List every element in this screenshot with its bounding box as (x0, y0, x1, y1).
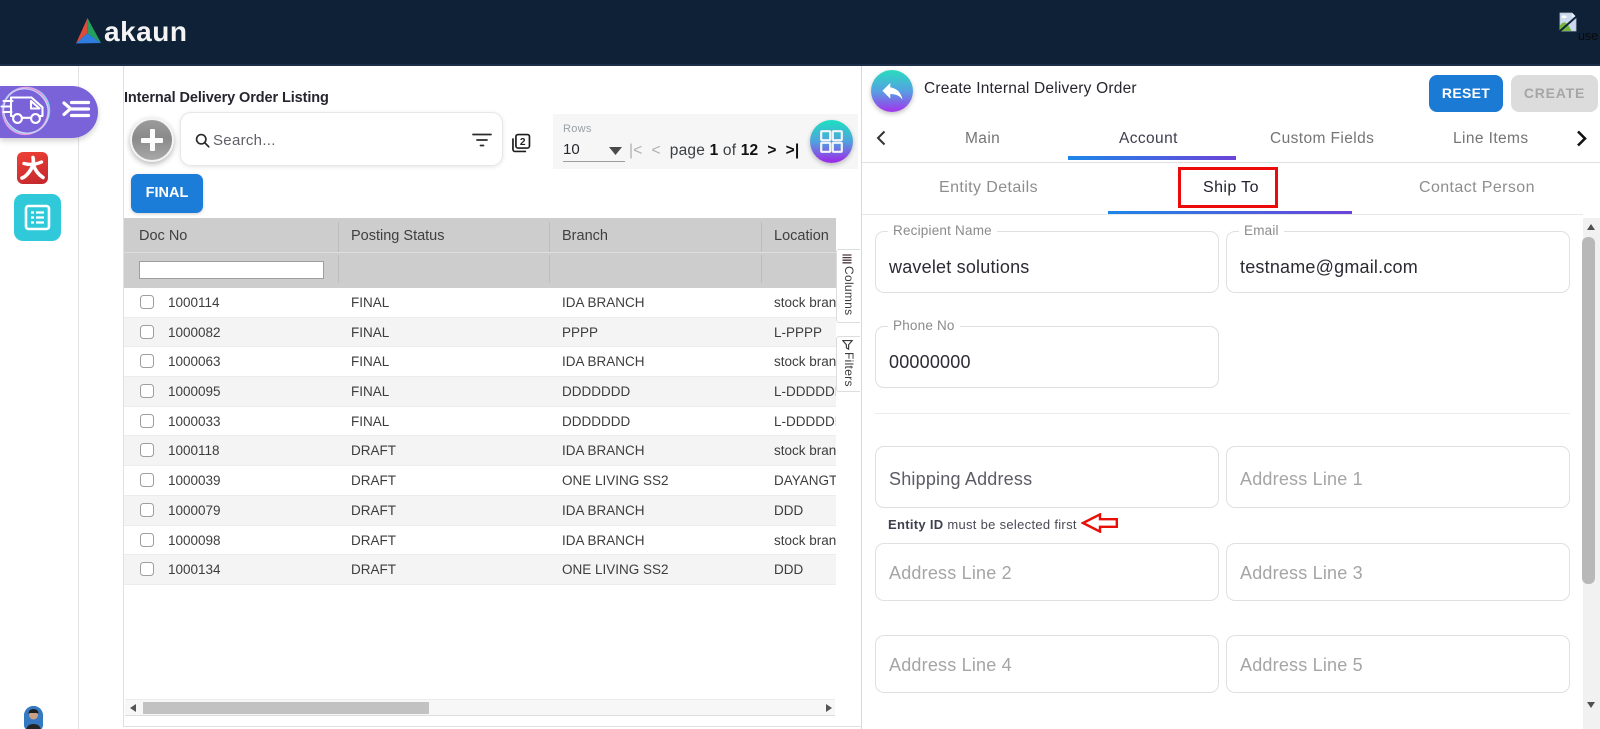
svg-text:2: 2 (520, 137, 526, 148)
